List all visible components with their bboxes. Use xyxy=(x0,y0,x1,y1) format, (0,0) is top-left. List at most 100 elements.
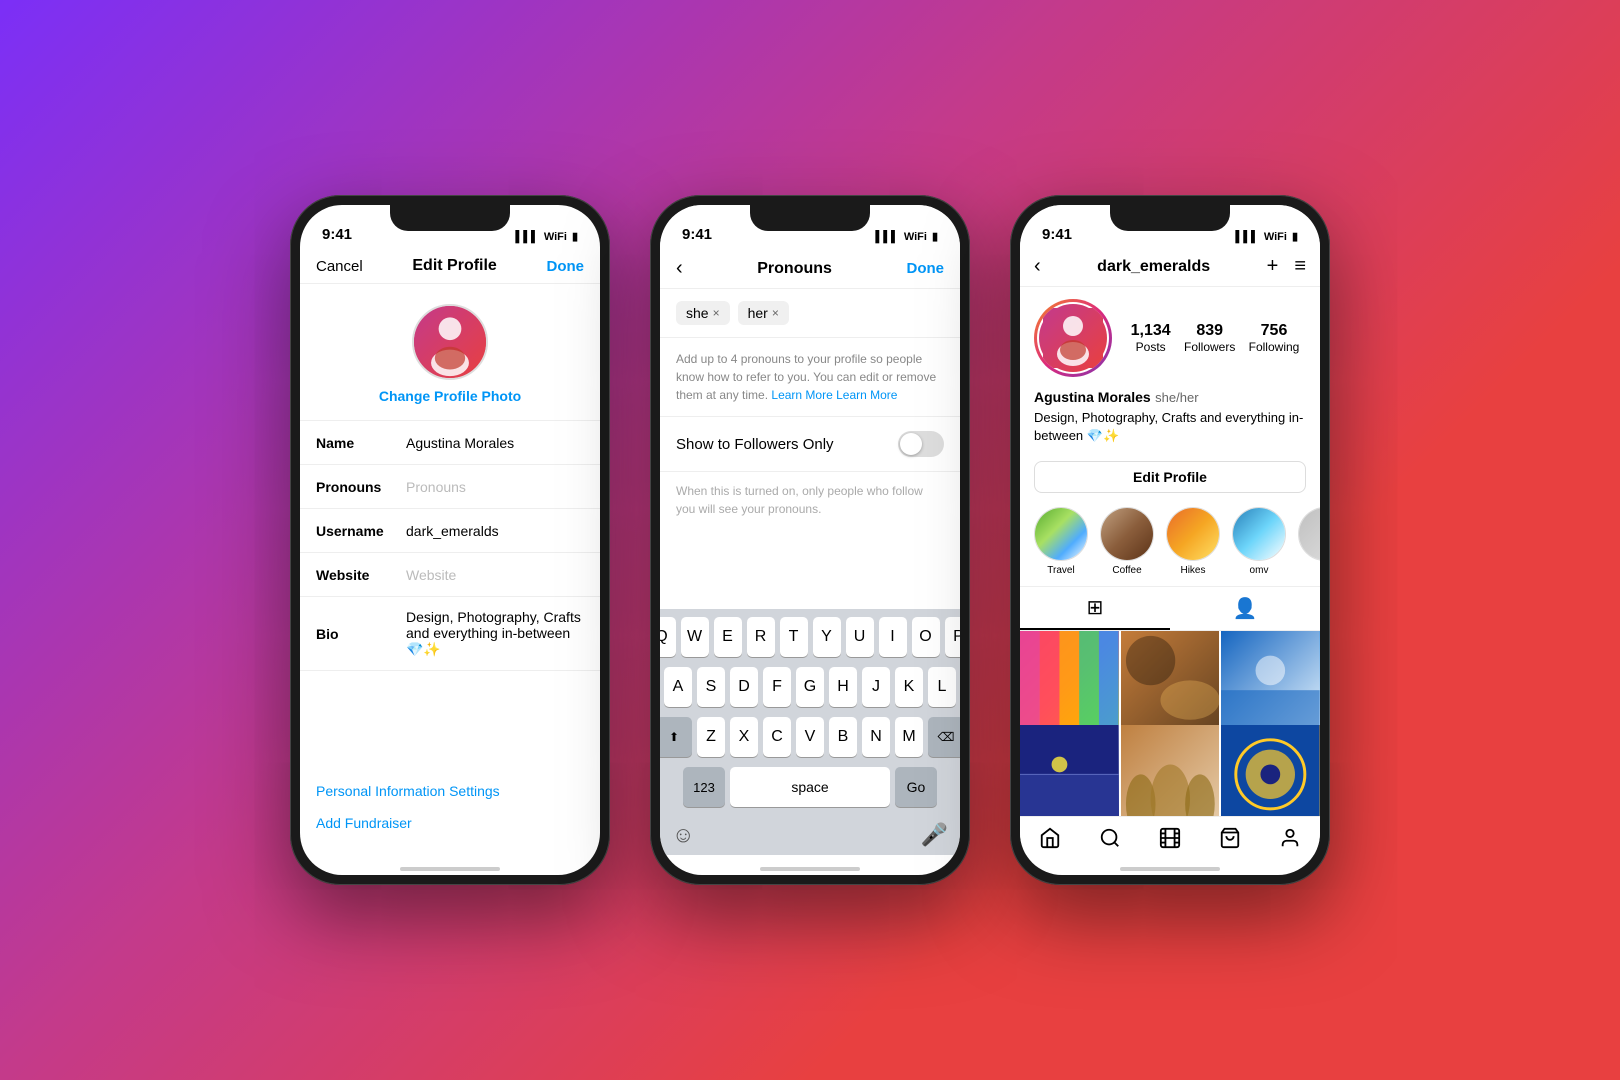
tab-shop[interactable] xyxy=(1200,823,1260,853)
highlight-travel-circle xyxy=(1034,507,1088,561)
highlight-coffee[interactable]: Coffee xyxy=(1100,507,1154,576)
key-n[interactable]: N xyxy=(862,717,890,757)
edit-profile-button[interactable]: Edit Profile xyxy=(1034,461,1306,493)
key-c[interactable]: C xyxy=(763,717,791,757)
field-placeholder-website[interactable]: Website xyxy=(406,567,584,583)
field-value-bio[interactable]: Design, Photography, Crafts and everythi… xyxy=(406,609,584,658)
cancel-button[interactable]: Cancel xyxy=(316,258,363,275)
grid-tab-posts[interactable]: ⊞ xyxy=(1020,587,1170,630)
highlight-hikes-circle xyxy=(1166,507,1220,561)
profile-nav-icons: + ≡ xyxy=(1267,255,1306,278)
pronouns-content: she × her × Add up to 4 pronouns to your… xyxy=(660,289,960,855)
learn-more-link[interactable]: Learn More xyxy=(771,388,832,402)
pronoun-tag-she[interactable]: she × xyxy=(676,301,730,325)
field-value-username[interactable]: dark_emeralds xyxy=(406,523,584,539)
field-pronouns[interactable]: Pronouns Pronouns xyxy=(300,465,600,509)
toggle-switch[interactable] xyxy=(898,431,944,457)
remove-her-icon[interactable]: × xyxy=(772,306,779,320)
key-u[interactable]: U xyxy=(846,617,874,657)
key-z[interactable]: Z xyxy=(697,717,725,757)
highlight-omv[interactable]: omv xyxy=(1232,507,1286,576)
key-t[interactable]: T xyxy=(780,617,808,657)
grid-tab-row: ⊞ 👤 xyxy=(1020,586,1320,631)
back-icon[interactable]: ‹ xyxy=(676,257,683,280)
key-r[interactable]: R xyxy=(747,617,775,657)
key-m[interactable]: M xyxy=(895,717,923,757)
menu-icon[interactable]: ≡ xyxy=(1294,255,1306,278)
key-q[interactable]: Q xyxy=(660,617,676,657)
highlight-coffee-circle xyxy=(1100,507,1154,561)
field-value-name[interactable]: Agustina Morales xyxy=(406,435,584,451)
tab-reels[interactable] xyxy=(1140,823,1200,853)
key-o[interactable]: O xyxy=(912,617,940,657)
key-shift[interactable]: ⬆ xyxy=(660,717,692,757)
add-icon[interactable]: + xyxy=(1267,255,1279,278)
key-i[interactable]: I xyxy=(879,617,907,657)
stat-posts[interactable]: 1,134 Posts xyxy=(1131,322,1171,354)
key-go[interactable]: Go xyxy=(895,767,937,807)
add-fundraiser-link[interactable]: Add Fundraiser xyxy=(316,807,584,839)
post-cell-6[interactable] xyxy=(1221,725,1320,816)
key-h[interactable]: H xyxy=(829,667,857,707)
highlight-hikes[interactable]: Hikes xyxy=(1166,507,1220,576)
highlight-travel[interactable]: Travel xyxy=(1034,507,1088,576)
field-bio[interactable]: Bio Design, Photography, Crafts and ever… xyxy=(300,597,600,671)
stat-following[interactable]: 756 Following xyxy=(1249,322,1300,354)
key-g[interactable]: G xyxy=(796,667,824,707)
profile-username: dark_emeralds xyxy=(1097,258,1210,276)
key-space[interactable]: space xyxy=(730,767,890,807)
remove-she-icon[interactable]: × xyxy=(713,306,720,320)
stat-followers[interactable]: 839 Followers xyxy=(1184,322,1235,354)
key-x[interactable]: X xyxy=(730,717,758,757)
tag-label-her: her xyxy=(748,305,768,321)
change-profile-photo-button[interactable]: Change Profile Photo xyxy=(379,388,521,404)
key-d[interactable]: D xyxy=(730,667,758,707)
post-cell-2[interactable] xyxy=(1121,631,1220,730)
key-123[interactable]: 123 xyxy=(683,767,725,807)
personal-information-settings-link[interactable]: Personal Information Settings xyxy=(316,775,584,807)
field-username[interactable]: Username dark_emeralds xyxy=(300,509,600,553)
emoji-icon[interactable]: ☺ xyxy=(672,822,694,848)
key-s[interactable]: S xyxy=(697,667,725,707)
key-delete[interactable]: ⌫ xyxy=(928,717,960,757)
key-a[interactable]: A xyxy=(664,667,692,707)
battery-icon: ▮ xyxy=(1292,230,1298,243)
done-button[interactable]: Done xyxy=(547,258,585,275)
key-w[interactable]: W xyxy=(681,617,709,657)
field-website[interactable]: Website Website xyxy=(300,553,600,597)
key-p[interactable]: P xyxy=(945,617,961,657)
tab-home[interactable] xyxy=(1020,823,1080,853)
learn-more-link-text[interactable]: Learn More xyxy=(836,388,897,402)
post-cell-4[interactable] xyxy=(1020,725,1119,816)
key-y[interactable]: Y xyxy=(813,617,841,657)
avatar-ring[interactable] xyxy=(1034,299,1112,377)
key-k[interactable]: K xyxy=(895,667,923,707)
key-f[interactable]: F xyxy=(763,667,791,707)
microphone-icon[interactable]: 🎤 xyxy=(921,822,948,848)
following-label: Following xyxy=(1249,340,1300,354)
key-j[interactable]: J xyxy=(862,667,890,707)
tab-profile[interactable] xyxy=(1260,823,1320,853)
back-icon[interactable]: ‹ xyxy=(1034,255,1041,278)
key-v[interactable]: V xyxy=(796,717,824,757)
pronouns-navbar: ‹ Pronouns Done xyxy=(660,249,960,289)
highlight-c[interactable]: C xyxy=(1298,507,1320,576)
notch xyxy=(1110,205,1230,231)
key-e[interactable]: E xyxy=(714,617,742,657)
post-cell-3[interactable] xyxy=(1221,631,1320,730)
highlight-omv-circle xyxy=(1232,507,1286,561)
pronoun-tag-her[interactable]: her × xyxy=(738,301,789,325)
done-button[interactable]: Done xyxy=(907,260,945,277)
avatar[interactable] xyxy=(412,304,488,380)
post-cell-5[interactable] xyxy=(1121,725,1220,816)
field-placeholder-pronouns[interactable]: Pronouns xyxy=(406,479,584,495)
key-b[interactable]: B xyxy=(829,717,857,757)
tab-search[interactable] xyxy=(1080,823,1140,853)
grid-tab-tagged[interactable]: 👤 xyxy=(1170,587,1320,630)
highlight-c-image xyxy=(1299,508,1320,560)
field-name[interactable]: Name Agustina Morales xyxy=(300,421,600,465)
post-cell-1[interactable] xyxy=(1020,631,1119,730)
key-l[interactable]: L xyxy=(928,667,956,707)
signal-icon: ▌▌▌ xyxy=(875,231,898,243)
bio-name: Agustina Morales xyxy=(1034,389,1151,405)
